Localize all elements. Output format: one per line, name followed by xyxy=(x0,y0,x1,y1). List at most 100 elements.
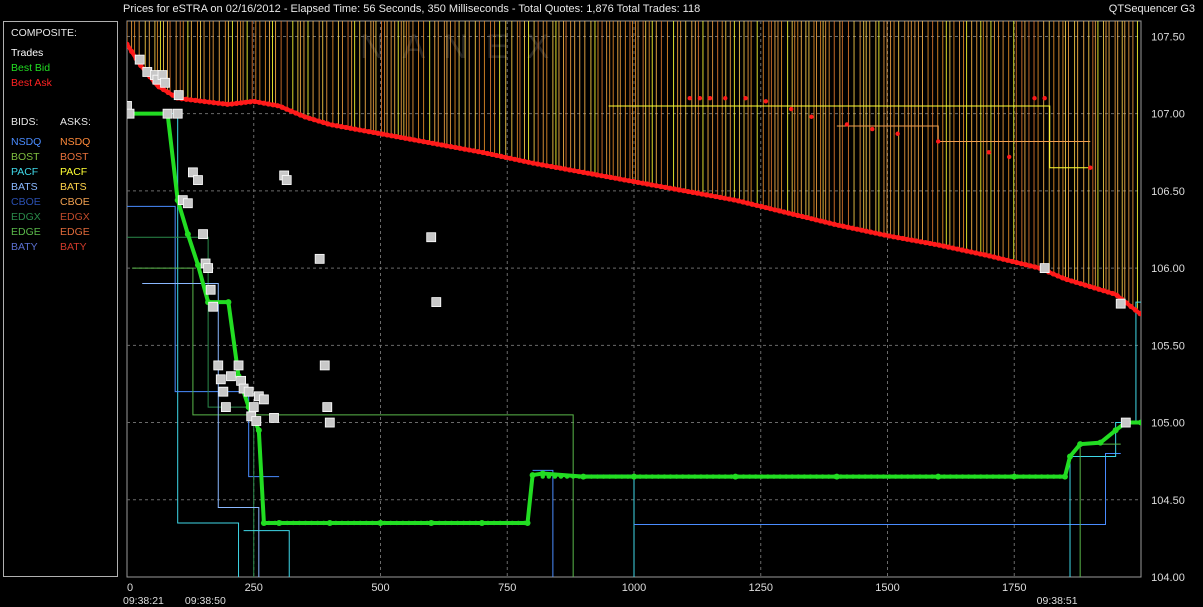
best-ask-point xyxy=(494,152,500,159)
best-bid-point xyxy=(1138,419,1141,426)
best-ask-point xyxy=(743,96,748,101)
best-bid-point xyxy=(351,520,357,526)
best-bid-point xyxy=(194,262,201,269)
best-bid-point xyxy=(1027,474,1032,479)
best-ask-point xyxy=(535,161,541,167)
best-ask-point xyxy=(813,217,819,223)
trade-marker xyxy=(233,360,244,371)
best-ask-point xyxy=(1006,154,1012,160)
time-label: 09:38:50 xyxy=(185,595,226,607)
best-ask-point xyxy=(1100,288,1107,294)
best-bid-point xyxy=(747,474,752,479)
best-bid-point xyxy=(491,520,497,526)
best-ask-point xyxy=(959,247,965,253)
best-ask-point xyxy=(238,100,244,106)
best-ask-point xyxy=(457,145,463,151)
best-ask-point xyxy=(986,150,992,155)
x-tick-label: 750 xyxy=(498,582,516,594)
best-ask-point xyxy=(845,224,851,230)
best-bid-point xyxy=(723,474,728,479)
trade-marker xyxy=(208,301,219,312)
best-bid-point xyxy=(601,474,606,479)
best-ask-point xyxy=(192,97,199,103)
best-ask-point xyxy=(416,138,422,144)
best-bid-point xyxy=(996,474,1002,479)
best-ask-point xyxy=(904,236,910,242)
best-bid-point xyxy=(291,520,296,526)
best-bid-point xyxy=(412,520,418,526)
best-ask-point xyxy=(685,188,691,195)
best-ask-point xyxy=(854,226,860,232)
best-ask-point xyxy=(338,124,345,130)
best-ask-point xyxy=(247,99,253,105)
best-ask-point xyxy=(389,133,395,139)
best-bid-point xyxy=(893,474,898,479)
best-bid-point xyxy=(796,474,801,479)
best-bid-point xyxy=(966,474,971,479)
trade-marker xyxy=(248,402,259,413)
best-ask-point xyxy=(525,159,532,165)
best-ask-point xyxy=(1042,96,1047,101)
best-ask-point xyxy=(585,170,591,176)
best-ask-point xyxy=(311,117,317,123)
best-ask-point xyxy=(1078,281,1084,287)
best-ask-point xyxy=(786,210,792,216)
best-ask-point xyxy=(870,126,875,132)
trade-marker xyxy=(426,232,437,243)
best-ask-point xyxy=(233,100,240,107)
best-ask-point xyxy=(982,252,988,258)
best-bid-point xyxy=(449,520,454,526)
best-ask-point xyxy=(900,235,906,242)
x-tick-label: 1250 xyxy=(749,582,773,594)
best-bid-point xyxy=(960,474,965,479)
best-ask-point xyxy=(411,137,418,143)
best-ask-point xyxy=(1018,261,1024,267)
best-ask-point xyxy=(211,100,217,106)
best-bid-point xyxy=(376,520,381,526)
best-bid-point xyxy=(364,520,369,526)
best-bid-point xyxy=(662,474,667,479)
best-bid-point xyxy=(297,520,302,526)
best-bid-point xyxy=(577,474,582,479)
best-ask-point xyxy=(521,158,527,164)
best-ask-point xyxy=(973,250,979,256)
best-ask-point xyxy=(723,96,728,101)
best-ask-point xyxy=(261,100,267,106)
best-bid-point xyxy=(613,474,618,479)
best-ask-point xyxy=(1023,262,1029,268)
best-ask-point xyxy=(726,196,732,202)
best-bid-point xyxy=(820,474,825,479)
best-ask-point xyxy=(740,199,746,205)
best-bid-point xyxy=(808,474,813,479)
best-ask-point xyxy=(649,182,655,188)
best-ask-point xyxy=(316,118,322,124)
best-ask-point xyxy=(922,240,929,246)
best-ask-point xyxy=(553,164,559,170)
best-ask-point xyxy=(201,98,208,105)
best-ask-point xyxy=(1073,279,1079,285)
best-bid-point xyxy=(887,474,892,479)
best-bid-point xyxy=(923,474,929,479)
trade-marker xyxy=(319,360,330,371)
best-bid-point xyxy=(406,520,412,526)
best-ask-point xyxy=(183,96,189,102)
trade-marker xyxy=(203,263,214,274)
best-bid-point xyxy=(704,474,710,479)
best-ask-point xyxy=(1005,257,1011,263)
best-ask-point xyxy=(160,86,167,93)
y-tick-label: 105.50 xyxy=(1151,340,1185,352)
best-bid-point xyxy=(285,520,290,526)
trade-marker xyxy=(193,175,203,185)
best-bid-point xyxy=(1061,473,1068,480)
best-bid-point xyxy=(698,474,704,479)
best-ask-point xyxy=(503,154,509,160)
best-bid-point xyxy=(741,474,746,479)
best-ask-point xyxy=(325,121,331,127)
best-ask-point xyxy=(557,165,564,171)
trade-marker xyxy=(127,108,135,119)
time-label: 09:38:21 xyxy=(123,595,164,607)
best-ask-point xyxy=(215,100,221,106)
best-ask-point xyxy=(626,178,632,184)
best-bid-point xyxy=(583,474,588,479)
best-ask-point xyxy=(434,141,440,147)
